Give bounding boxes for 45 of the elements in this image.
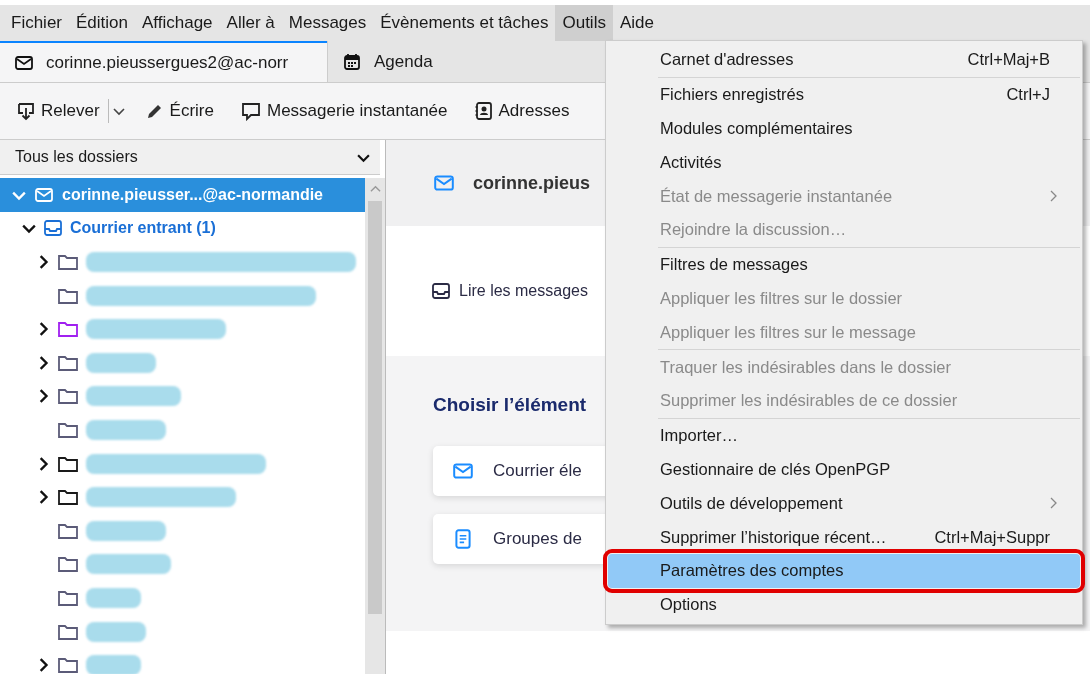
envelope-icon	[431, 172, 457, 194]
menu-bar-item[interactable]: Évènements et tâches	[373, 5, 556, 41]
menu-bar-item[interactable]: Édition	[69, 5, 135, 41]
folder-view-dropdown[interactable]: Tous les dossiers	[0, 140, 380, 175]
section-title: Choisir l’élément	[433, 394, 587, 416]
redaction-mark	[86, 621, 146, 642]
scrollbar-thumb[interactable]	[368, 201, 382, 614]
scrollbar[interactable]	[365, 178, 385, 674]
scroll-up-icon	[369, 184, 381, 195]
redaction-mark	[86, 352, 156, 373]
download-icon	[16, 101, 36, 121]
folder-name: Courrier entrant (1)	[70, 219, 216, 238]
account-name: corinne.pieusser...@ac-normandie	[62, 185, 323, 204]
inbox-icon	[43, 218, 63, 239]
redaction-mark	[86, 587, 141, 608]
menu-item[interactable]: Modules complémentaires	[608, 111, 1080, 146]
tab-label: corinne.pieussergues2@ac-norr	[46, 52, 289, 73]
toolbar-button[interactable]: Écrire	[138, 97, 220, 125]
speech-bubble-icon	[240, 101, 262, 121]
tab-label: Agenda	[374, 51, 433, 72]
menu-bar-item[interactable]: Aide	[612, 5, 661, 41]
menu-bar-item[interactable]: Affichage	[135, 5, 220, 41]
toolbar-button[interactable]: Relever	[10, 97, 106, 125]
address-book-icon	[473, 101, 494, 121]
envelope-icon	[451, 460, 475, 482]
inbox-icon	[431, 281, 451, 301]
tab[interactable]: corinne.pieussergues2@ac-norr	[0, 41, 327, 82]
account-title: corinne.pieus	[473, 172, 591, 194]
menu-bar-item[interactable]: Messages	[281, 5, 374, 41]
chevron-down-icon	[112, 105, 125, 117]
shortcut-label: Ctrl+Maj+Suppr	[934, 527, 1050, 547]
redaction-mark	[86, 655, 141, 674]
inbox-row[interactable]: Courrier entrant (1)	[0, 211, 365, 246]
menu-item[interactable]: Options	[608, 587, 1080, 622]
read-messages-link[interactable]: Lire les messages	[431, 281, 588, 301]
menu-bar-item[interactable]: Fichier	[4, 5, 69, 41]
shortcut-label: Ctrl+Maj+B	[967, 50, 1050, 70]
toolbar-button[interactable]: Adresses	[467, 97, 576, 125]
shortcut-label: Ctrl+J	[1006, 85, 1050, 105]
menu-bar-item[interactable]: Aller à	[219, 5, 282, 41]
calendar-icon	[342, 51, 362, 72]
toolbar-button[interactable]: Messagerie instantanée	[234, 97, 454, 125]
menu-item[interactable]: Filtres de messages	[608, 247, 1080, 282]
menu-item[interactable]: Activités	[608, 145, 1080, 180]
menu-bar-item[interactable]: Outils	[555, 5, 613, 41]
